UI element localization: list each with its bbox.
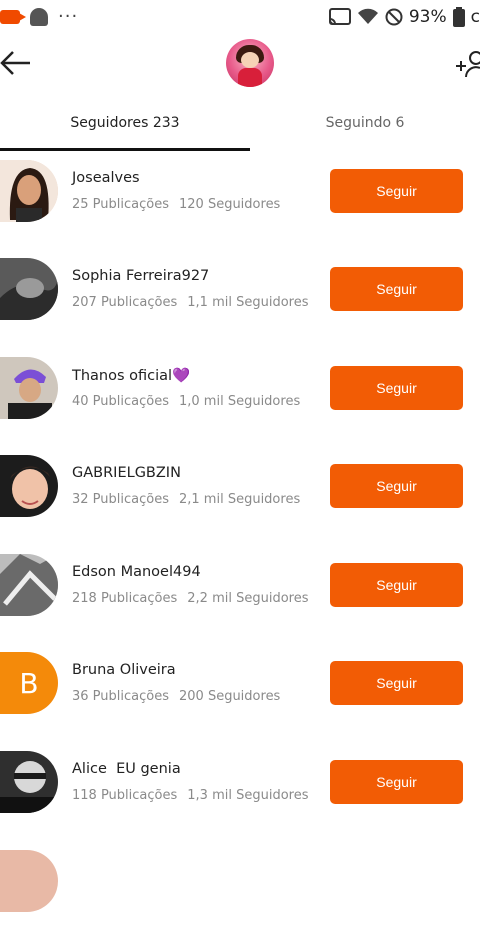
active-tab-indicator <box>0 148 250 151</box>
user-name[interactable]: Bruna Oliveira <box>72 662 176 678</box>
posts-count: 218 Publicações <box>72 591 178 606</box>
avatar[interactable] <box>0 455 58 517</box>
posts-count: 25 Publicações <box>72 197 169 212</box>
avatar[interactable]: B <box>0 652 58 714</box>
profile-avatar[interactable] <box>226 39 274 87</box>
avatar[interactable] <box>0 258 58 320</box>
user-stats: 218 Publicações 2,2 mil Seguidores <box>72 591 308 606</box>
follow-button[interactable]: Seguir <box>330 366 463 410</box>
avatar[interactable] <box>0 850 58 912</box>
posts-count: 36 Publicações <box>72 689 169 704</box>
avatar[interactable] <box>0 357 58 419</box>
arrow-left-icon[interactable] <box>0 46 34 80</box>
followers-count: 200 Seguidores <box>179 689 281 704</box>
user-name[interactable]: Thanos oficial💜 <box>72 367 190 384</box>
followers-count: 2,2 mil Seguidores <box>187 591 309 606</box>
posts-count: 40 Publicações <box>72 394 169 409</box>
battery-icon <box>452 7 465 27</box>
follow-button[interactable]: Seguir <box>330 169 463 213</box>
user-name[interactable]: Alice EU genia <box>72 761 181 777</box>
list-item[interactable] <box>0 842 480 940</box>
user-stats: 32 Publicações 2,1 mil Seguidores <box>72 492 300 507</box>
user-name[interactable]: Sophia Ferreira927 <box>72 268 209 284</box>
follow-button[interactable]: Seguir <box>330 267 463 311</box>
add-user-icon[interactable] <box>456 48 480 78</box>
app-header <box>0 34 480 96</box>
follow-button[interactable]: Seguir <box>330 464 463 508</box>
followers-count: 120 Seguidores <box>179 197 281 212</box>
followers-count: 1,3 mil Seguidores <box>187 788 309 803</box>
status-overflow: c <box>470 7 480 27</box>
list-item[interactable]: B Bruna Oliveira 36 Publicações 200 Segui… <box>0 644 480 742</box>
list-item[interactable]: Thanos oficial💜 40 Publicações 1,0 mil Se… <box>0 349 480 447</box>
follow-tabs: Seguidores 233 Seguindo 6 <box>0 96 480 152</box>
tab-followers[interactable]: Seguidores 233 <box>0 96 250 150</box>
list-item[interactable]: Edson Manoel494 218 Publicações 2,2 mil S… <box>0 546 480 644</box>
user-name-text: Thanos oficial <box>72 368 173 384</box>
follow-button[interactable]: Seguir <box>330 563 463 607</box>
user-name[interactable]: Josealves <box>72 170 140 186</box>
posts-count: 118 Publicações <box>72 788 178 803</box>
status-left: ··· <box>0 8 78 26</box>
follow-button[interactable]: Seguir <box>330 661 463 705</box>
list-item[interactable]: GABRIELGBZIN 32 Publicações 2,1 mil Segui… <box>0 447 480 545</box>
list-item[interactable]: Alice EU genia 118 Publicações 1,3 mil Se… <box>0 743 480 841</box>
status-right: 93% c <box>328 7 480 27</box>
avatar[interactable] <box>0 751 58 813</box>
cast-icon <box>328 8 351 25</box>
list-item[interactable]: Josealves 25 Publicações 120 Seguidores S… <box>0 152 480 250</box>
video-recording-icon <box>0 10 26 24</box>
user-stats: 36 Publicações 200 Seguidores <box>72 689 280 704</box>
avatar[interactable] <box>0 160 58 222</box>
user-stats: 207 Publicações 1,1 mil Seguidores <box>72 295 308 310</box>
more-notifications-icon: ··· <box>58 6 79 27</box>
purple-heart-icon: 💜 <box>172 368 191 384</box>
tab-following[interactable]: Seguindo 6 <box>250 96 480 150</box>
do-not-disturb-icon <box>385 8 403 26</box>
followers-count: 1,0 mil Seguidores <box>179 394 301 409</box>
user-name[interactable]: Edson Manoel494 <box>72 564 201 580</box>
posts-count: 207 Publicações <box>72 295 178 310</box>
posts-count: 32 Publicações <box>72 492 169 507</box>
battery-percent: 93% <box>408 7 447 27</box>
follow-button[interactable]: Seguir <box>330 760 463 804</box>
user-stats: 25 Publicações 120 Seguidores <box>72 197 280 212</box>
wifi-icon <box>357 8 378 24</box>
user-name[interactable]: GABRIELGBZIN <box>72 465 181 481</box>
followers-count: 2,1 mil Seguidores <box>179 492 301 507</box>
status-bar: ··· 93% c <box>0 0 480 34</box>
list-item[interactable]: Sophia Ferreira927 207 Publicações 1,1 mi… <box>0 250 480 348</box>
followers-count: 1,1 mil Seguidores <box>187 295 309 310</box>
user-stats: 40 Publicações 1,0 mil Seguidores <box>72 394 300 409</box>
avatar[interactable] <box>0 554 58 616</box>
snapchat-icon <box>30 8 48 26</box>
user-stats: 118 Publicações 1,3 mil Seguidores <box>72 788 308 803</box>
